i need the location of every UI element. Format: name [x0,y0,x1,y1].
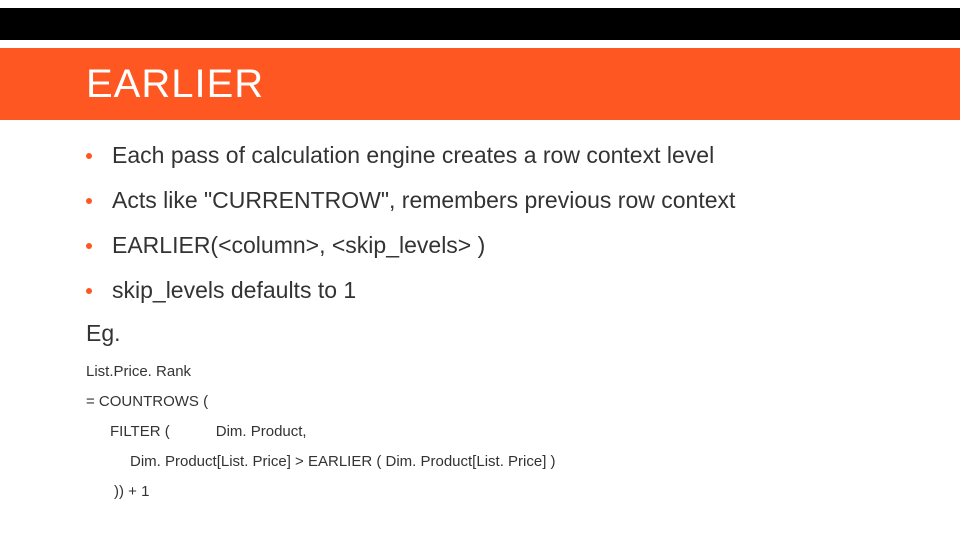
title-bar: EARLIER [0,48,960,120]
slide: EARLIER Each pass of calculation engine … [0,0,960,540]
code-line: FILTER ( Dim. Product, [86,423,900,441]
slide-body: Each pass of calculation engine creates … [86,140,900,513]
bullet-icon [86,243,92,249]
bullet-item: Acts like "CURRENTROW", remembers previo… [86,185,900,216]
bullet-text: Each pass of calculation engine creates … [112,140,714,171]
bullet-item: Each pass of calculation engine creates … [86,140,900,171]
bullet-text: skip_levels defaults to 1 [112,275,356,306]
bullet-item: skip_levels defaults to 1 [86,275,900,306]
bullet-text: EARLIER(<column>, <skip_levels> ) [112,230,485,261]
bullet-icon [86,153,92,159]
code-text: Dim. Product, [216,423,307,440]
code-block: List.Price. Rank = COUNTROWS ( FILTER ( D… [86,363,900,501]
code-line: )) + 1 [86,483,900,501]
example-label: Eg. [86,320,900,347]
code-line: Dim. Product[List. Price] > EARLIER ( Di… [86,453,900,471]
blackbar [0,8,960,40]
code-text: FILTER ( [110,423,170,440]
slide-title: EARLIER [86,62,264,107]
bullet-text: Acts like "CURRENTROW", remembers previo… [112,185,735,216]
bullet-list: Each pass of calculation engine creates … [86,140,900,306]
bullet-icon [86,198,92,204]
code-line: List.Price. Rank [86,363,900,381]
bullet-icon [86,288,92,294]
code-line: = COUNTROWS ( [86,393,900,411]
bullet-item: EARLIER(<column>, <skip_levels> ) [86,230,900,261]
